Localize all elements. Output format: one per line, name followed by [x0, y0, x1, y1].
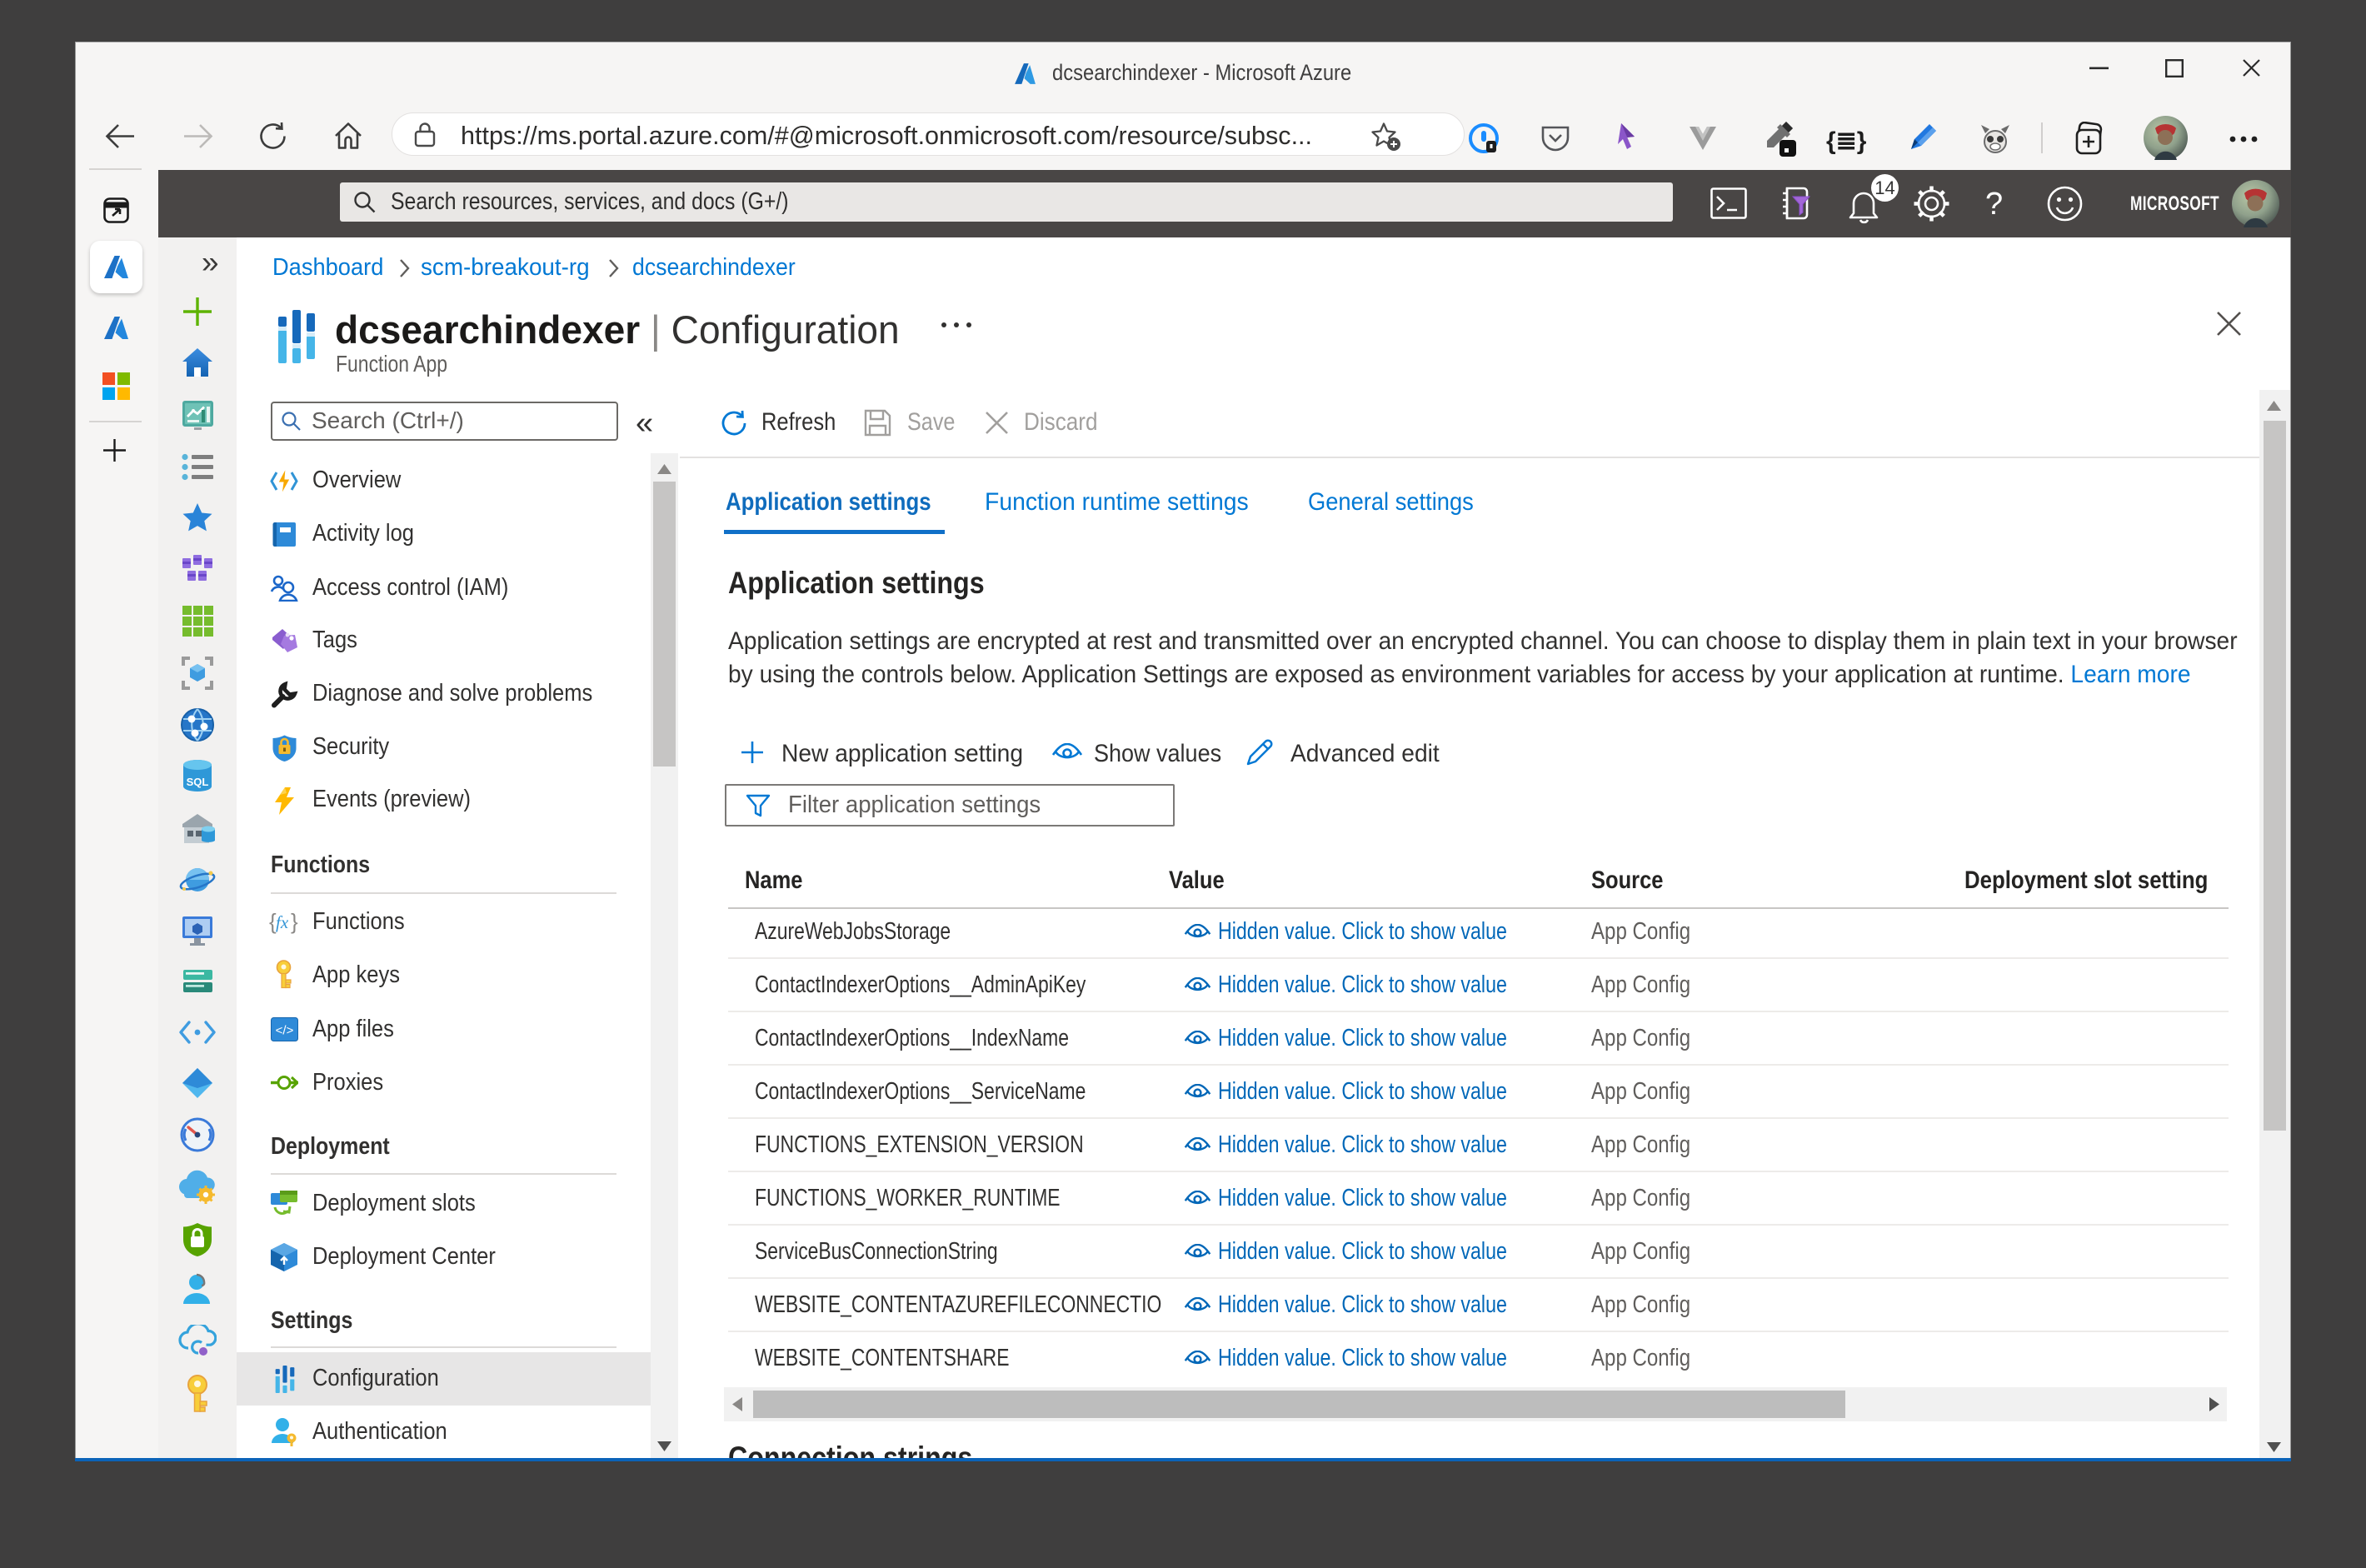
- svg-text:SQL: SQL: [187, 776, 209, 788]
- svg-text:fx: fx: [276, 912, 289, 932]
- svg-text:</>: </>: [276, 1024, 294, 1038]
- svg-text:}: }: [291, 909, 298, 934]
